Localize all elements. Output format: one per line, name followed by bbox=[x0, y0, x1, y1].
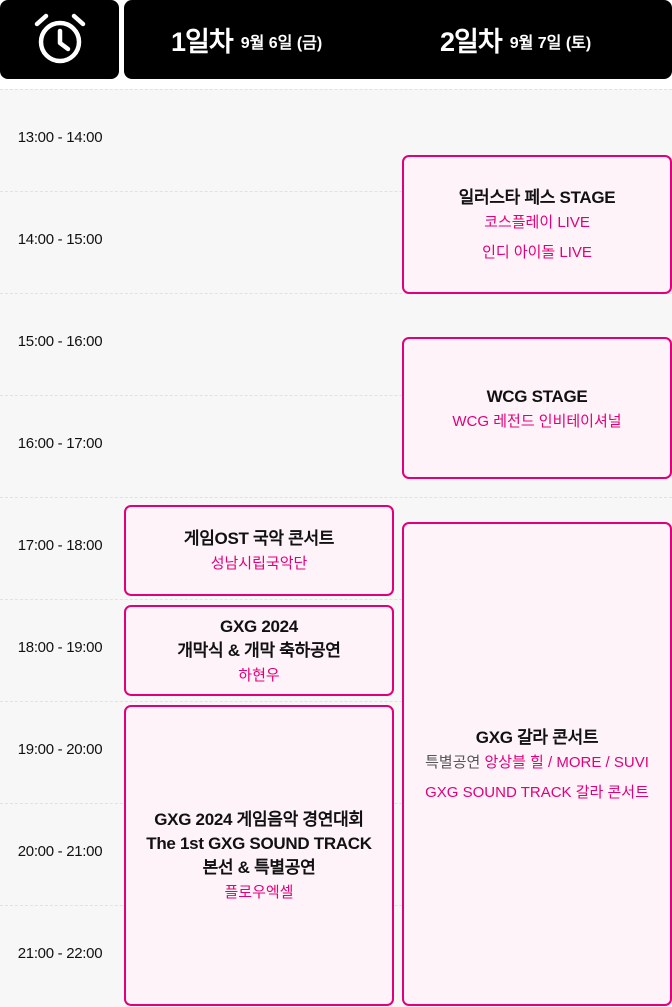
day1-label: 1일차 bbox=[171, 27, 234, 57]
event-title: GXG 2024 게임음악 경연대회 bbox=[154, 810, 364, 829]
event-sub: WCG 레전드 인비테이셔널 bbox=[452, 412, 622, 430]
days-header: 1일차 9월 6일 (금) 2일차 9월 7일 (토) bbox=[124, 0, 672, 79]
time-label: 15:00 - 16:00 bbox=[17, 333, 103, 350]
schedule-grid: 13:00 - 14:00 14:00 - 15:00 15:00 - 16:0… bbox=[0, 89, 672, 1007]
day2-date: 9월 7일 (토) bbox=[509, 34, 592, 52]
time-label: 21:00 - 22:00 bbox=[17, 945, 103, 962]
time-label: 18:00 - 19:00 bbox=[17, 639, 103, 656]
event-performer: 성남시립국악단 bbox=[210, 555, 308, 572]
event-title: 본선 & 특별공연 bbox=[202, 858, 316, 877]
event-title: 개막식 & 개막 축하공연 bbox=[177, 641, 341, 660]
event-illustar-stage[interactable]: 일러스타 페스 STAGE 코스플레이 LIVE 인디 아이돌 LIVE bbox=[402, 155, 672, 294]
event-gala-concert[interactable]: GXG 갈라 콘서트 특별공연 앙상블 힐 / MORE / SUVI GXG … bbox=[402, 522, 672, 1006]
event-soundtrack-competition[interactable]: GXG 2024 게임음악 경연대회 The 1st GXG SOUND TRA… bbox=[124, 705, 394, 1006]
day1-date: 9월 6일 (금) bbox=[240, 34, 323, 52]
event-title: The 1st GXG SOUND TRACK bbox=[146, 834, 372, 853]
event-sub: GXG SOUND TRACK 갈라 콘서트 bbox=[425, 783, 649, 801]
event-wcg-stage[interactable]: WCG STAGE WCG 레전드 인비테이셔널 bbox=[402, 337, 672, 479]
event-title: GXG 갈라 콘서트 bbox=[475, 727, 599, 747]
special-names: 앙상블 힐 / MORE / SUVI bbox=[484, 753, 649, 771]
event-performer: 하현우 bbox=[238, 667, 280, 684]
time-label: 13:00 - 14:00 bbox=[17, 129, 103, 146]
event-performer: 플로우엑셀 bbox=[224, 884, 294, 901]
grid-line bbox=[0, 89, 672, 90]
event-title: WCG STAGE bbox=[486, 386, 588, 406]
time-label: 14:00 - 15:00 bbox=[17, 231, 103, 248]
event-sub: 코스플레이 LIVE bbox=[484, 214, 590, 231]
event-opening-ceremony[interactable]: GXG 2024 개막식 & 개막 축하공연 하현우 bbox=[124, 605, 394, 696]
time-label: 16:00 - 17:00 bbox=[17, 435, 103, 452]
day1-header[interactable]: 1일차 9월 6일 (금) bbox=[171, 0, 322, 79]
grid-line bbox=[0, 497, 672, 498]
event-special-performers: 특별공연 앙상블 힐 / MORE / SUVI bbox=[425, 752, 649, 773]
clock-header-cell bbox=[0, 0, 119, 79]
event-title: 게임OST 국악 콘서트 bbox=[183, 529, 335, 548]
day2-header[interactable]: 2일차 9월 7일 (토) bbox=[440, 0, 591, 79]
event-title: 일러스타 페스 STAGE bbox=[458, 188, 616, 207]
day2-label: 2일차 bbox=[440, 27, 503, 57]
time-label: 20:00 - 21:00 bbox=[17, 843, 103, 860]
time-label: 17:00 - 18:00 bbox=[17, 537, 103, 554]
event-gugak-concert[interactable]: 게임OST 국악 콘서트 성남시립국악단 bbox=[124, 505, 394, 596]
event-sub: 인디 아이돌 LIVE bbox=[482, 244, 592, 261]
special-prefix: 특별공연 bbox=[425, 753, 481, 771]
alarm-clock-icon bbox=[34, 13, 85, 63]
time-label: 19:00 - 20:00 bbox=[17, 741, 103, 758]
event-title: GXG 2024 bbox=[220, 617, 298, 636]
